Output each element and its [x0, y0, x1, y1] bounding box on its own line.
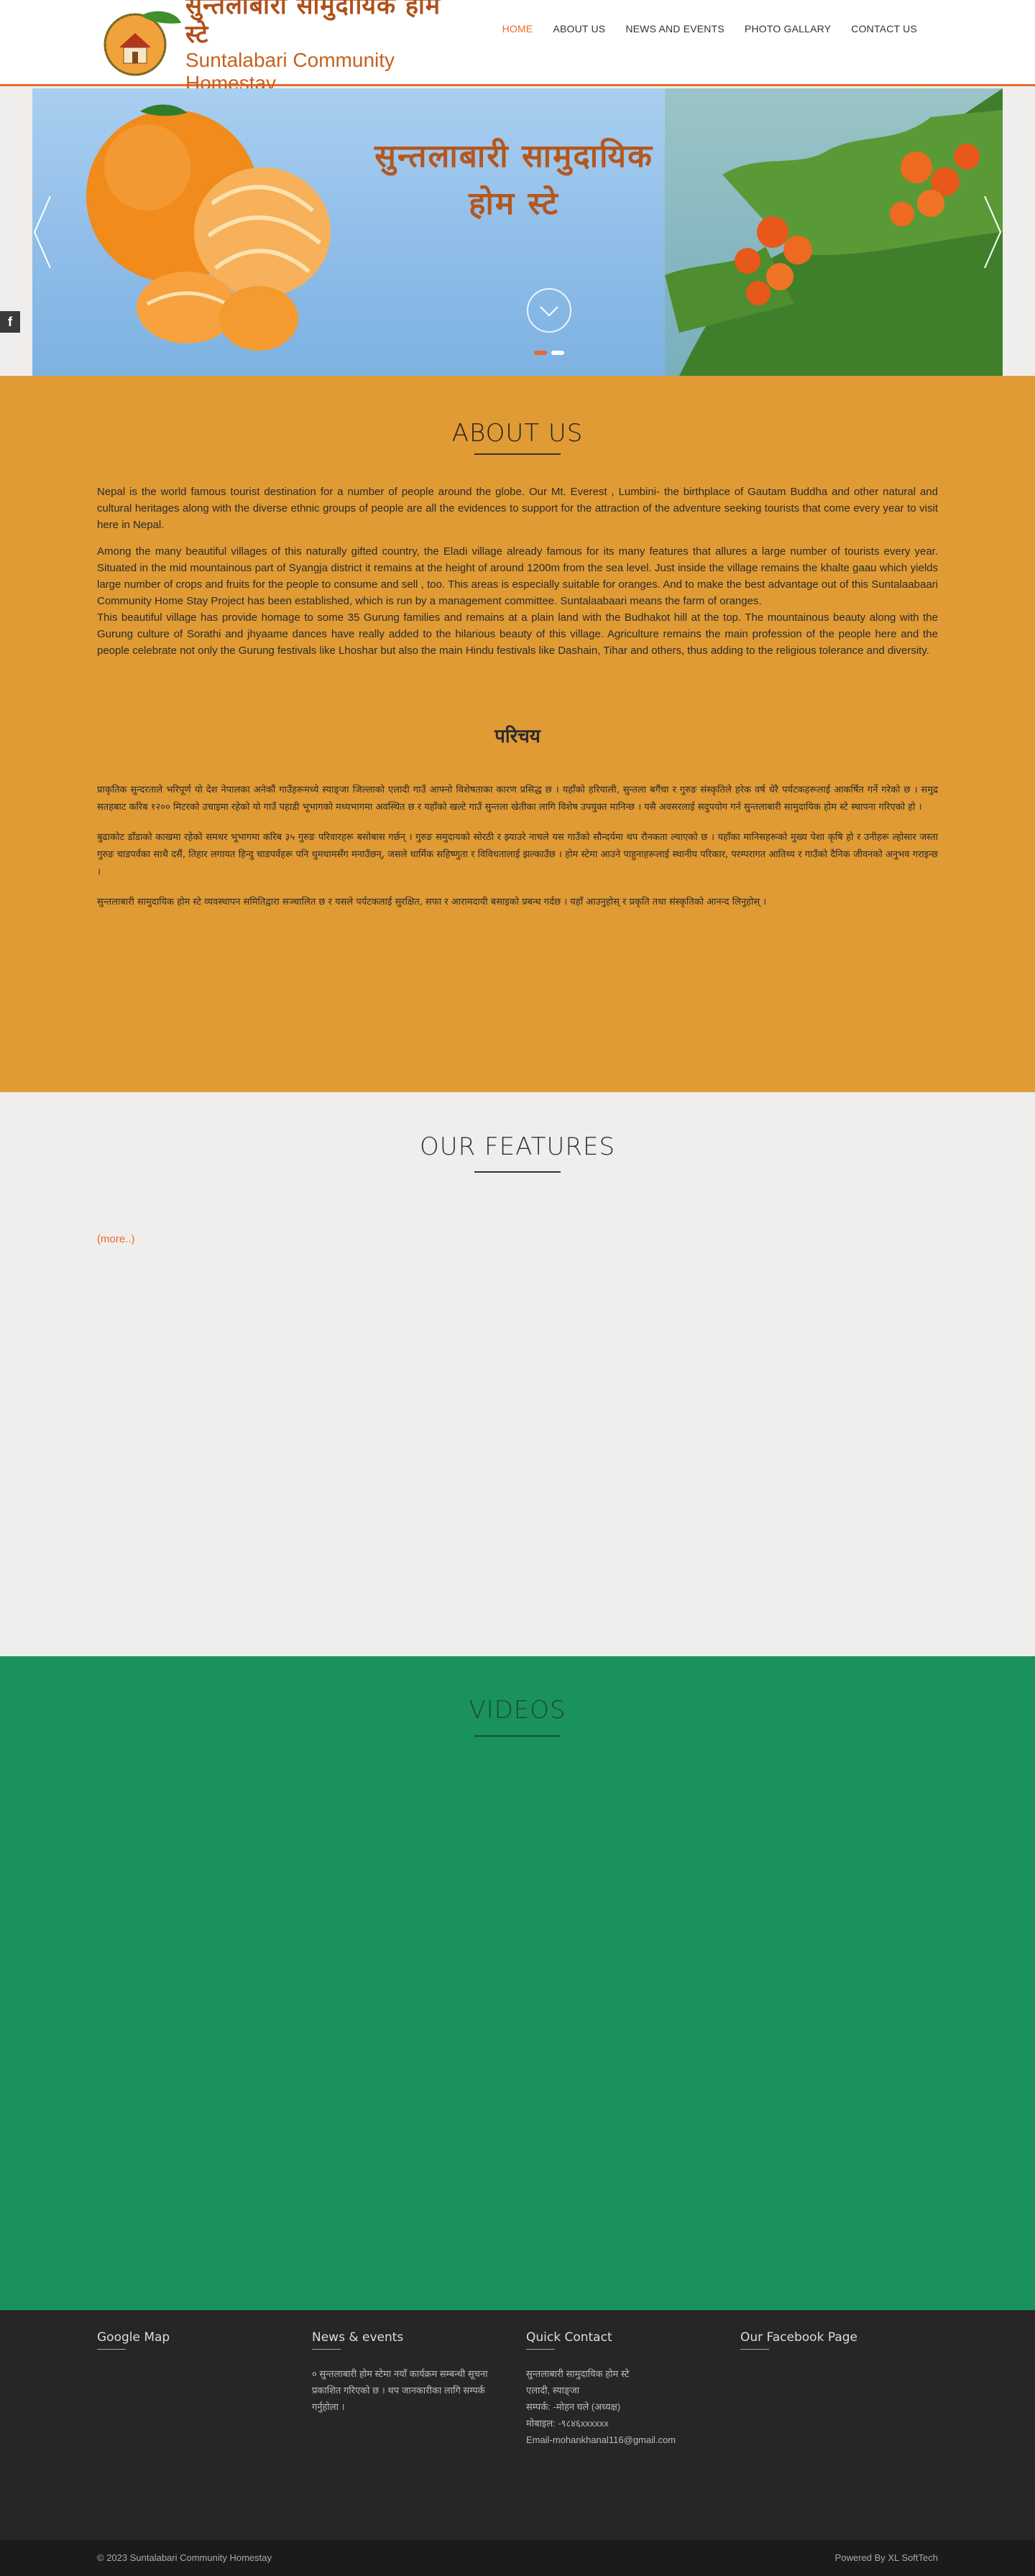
- about-title: ABOUT US: [451, 419, 584, 448]
- about-paragraph-2: Among the many beautiful villages of thi…: [97, 545, 938, 607]
- about-section: ABOUT US Nepal is the world famous touri…: [0, 376, 1035, 1092]
- footer-news-title: News & events: [312, 2330, 404, 2345]
- about-paragraph-3: This beautiful village has provide homag…: [97, 611, 938, 657]
- prev-slide-button[interactable]: [30, 195, 59, 269]
- next-slide-button[interactable]: [976, 195, 1005, 269]
- nav-home[interactable]: HOME: [492, 22, 543, 36]
- footer-divider: [312, 2349, 341, 2350]
- features-title: OUR FEATURES: [419, 1132, 616, 1161]
- footer-bottom-bar: © 2023 Suntalabari Community Homestay Po…: [0, 2540, 1035, 2576]
- footer-contact-line-3: सम्पर्क: -मोहन घले (अध्यक्ष): [526, 2401, 621, 2412]
- features-section: OUR FEATURES (more..): [0, 1092, 1035, 1656]
- chevron-left-icon: [33, 195, 51, 269]
- about-nepali-paragraph-1: प्राकृतिक सुन्दरताले भरिपूर्ण यो देश नेप…: [97, 785, 938, 813]
- features-title-underline: [474, 1171, 561, 1173]
- about-nepali-text: प्राकृतिक सुन्दरताले भरिपूर्ण यो देश नेप…: [97, 782, 938, 924]
- slider-dots: [534, 351, 564, 355]
- about-english-text: Nepal is the world famous tourist destin…: [97, 484, 938, 669]
- videos-title: VIDEOS: [469, 1696, 566, 1725]
- footer-news-text[interactable]: ० सुन्तलाबारी होम स्टेमा नयाँ कार्यक्रम …: [312, 2365, 513, 2415]
- nav-news-events[interactable]: NEWS AND EVENTS: [615, 22, 735, 36]
- footer-contact-line-2: एलादी, स्याङ्जा: [526, 2385, 580, 2396]
- site-header: सुन्तलाबारी सामुदायिक होम स्टे Suntalaba…: [0, 0, 1035, 94]
- chevron-down-icon: [540, 306, 558, 317]
- footer-news-events: News & events ० सुन्तलाबारी होम स्टेमा न…: [312, 2330, 513, 2415]
- footer-contact-email[interactable]: Email-mohankhanal116@gmail.com: [526, 2432, 727, 2448]
- features-more-link[interactable]: (more..): [97, 1233, 135, 1245]
- about-nepali-paragraph-3: सुन्तलाबारी सामुदायिक होम स्टे व्यवस्थाप…: [97, 897, 767, 908]
- nav-contact-us[interactable]: CONTACT US: [841, 22, 927, 36]
- hero-title-line1: सुन्तलाबारी सामुदायिक: [374, 138, 653, 175]
- powered-by-link[interactable]: Powered By XL SoftTech: [835, 2552, 938, 2563]
- copyright-text: © 2023 Suntalabari Community Homestay: [97, 2552, 272, 2563]
- hero-oranges-image: [86, 88, 1003, 376]
- about-paragraph-1: Nepal is the world famous tourist destin…: [97, 486, 938, 531]
- nav-about-us[interactable]: ABOUT US: [543, 22, 615, 36]
- slider-dot-1[interactable]: [534, 351, 547, 355]
- nav-photo-gallery[interactable]: PHOTO GALLARY: [735, 22, 841, 36]
- about-nepali-paragraph-2: बुढाकोट डाँडाको काखमा रहेको समथर भूभागमा…: [97, 832, 938, 877]
- facebook-side-button[interactable]: f: [0, 311, 20, 333]
- footer-divider: [526, 2349, 555, 2350]
- footer-google-map-title: Google Map: [97, 2330, 170, 2345]
- footer-divider: [740, 2349, 769, 2350]
- scroll-down-button[interactable]: [527, 288, 571, 333]
- footer-divider: [97, 2349, 126, 2350]
- footer-contact-title: Quick Contact: [526, 2330, 612, 2345]
- homestay-logo-icon: [98, 7, 184, 79]
- hero-title: सुन्तलाबारी सामुदायिक होम स्टे: [320, 133, 708, 228]
- footer-contact-line-4: मोबाइल: -९८४६xxxxxx: [526, 2418, 609, 2429]
- chevron-right-icon: [984, 195, 1002, 269]
- about-title-underline: [474, 453, 561, 455]
- logo-title-nepali: सुन्तलाबारी सामुदायिक होम स्टे: [185, 0, 441, 49]
- slider-dot-2[interactable]: [551, 351, 564, 355]
- site-logo[interactable]: सुन्तलाबारी सामुदायिक होम स्टे Suntalaba…: [98, 0, 457, 94]
- videos-title-underline: [474, 1735, 561, 1737]
- hero-slide: सुन्तलाबारी सामुदायिक होम स्टे: [32, 88, 1003, 376]
- footer-quick-contact: Quick Contact सुन्तलाबारी सामुदायिक होम …: [526, 2330, 727, 2448]
- main-nav: HOME ABOUT US NEWS AND EVENTS PHOTO GALL…: [492, 22, 927, 36]
- facebook-icon: f: [8, 315, 12, 329]
- footer-facebook-title: Our Facebook Page: [740, 2330, 857, 2345]
- videos-section: VIDEOS: [0, 1656, 1035, 2310]
- about-nepali-heading: परिचय: [494, 726, 540, 747]
- footer-facebook-page: Our Facebook Page: [740, 2330, 942, 2365]
- hero-slider: सुन्तलाबारी सामुदायिक होम स्टे: [0, 88, 1035, 376]
- site-footer: Google Map News & events ० सुन्तलाबारी ह…: [0, 2310, 1035, 2540]
- hero-title-line2: होम स्टे: [469, 185, 559, 222]
- footer-contact-line-1: सुन्तलाबारी सामुदायिक होम स्टे: [526, 2368, 630, 2379]
- footer-google-map: Google Map: [97, 2330, 298, 2365]
